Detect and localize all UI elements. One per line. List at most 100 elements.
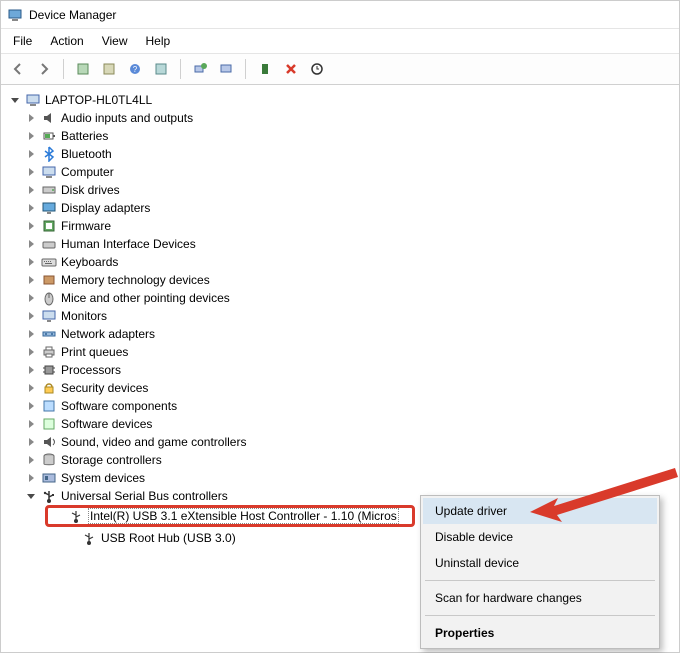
- chevron-right-icon[interactable]: [25, 382, 37, 394]
- device-label: USB Root Hub (USB 3.0): [101, 531, 236, 545]
- category-row[interactable]: Memory technology devices: [5, 271, 675, 289]
- monitor-icon: [41, 308, 57, 324]
- chevron-right-icon[interactable]: [25, 202, 37, 214]
- chevron-right-icon[interactable]: [25, 418, 37, 430]
- menu-help[interactable]: Help: [138, 31, 179, 51]
- forward-icon[interactable]: [33, 58, 55, 80]
- storage-icon: [41, 452, 57, 468]
- context-menu-separator: [425, 615, 655, 616]
- softdev-icon: [41, 416, 57, 432]
- category-label: Print queues: [61, 345, 128, 359]
- category-row[interactable]: Print queues: [5, 343, 675, 361]
- usb-device-icon: [68, 508, 84, 524]
- chevron-right-icon[interactable]: [25, 256, 37, 268]
- root-node[interactable]: LAPTOP-HL0TL4LL: [5, 91, 675, 109]
- menubar: File Action View Help: [1, 29, 679, 54]
- chevron-down-icon[interactable]: [9, 94, 21, 106]
- category-label: Software components: [61, 399, 177, 413]
- chevron-right-icon[interactable]: [25, 328, 37, 340]
- category-label: Memory technology devices: [61, 273, 210, 287]
- root-label: LAPTOP-HL0TL4LL: [45, 93, 152, 107]
- chevron-right-icon[interactable]: [25, 346, 37, 358]
- usb-icon: [41, 488, 57, 504]
- chevron-right-icon[interactable]: [25, 400, 37, 412]
- category-row[interactable]: Sound, video and game controllers: [5, 433, 675, 451]
- system-icon: [41, 470, 57, 486]
- category-label: Computer: [61, 165, 114, 179]
- ctx-update-driver[interactable]: Update driver: [423, 498, 657, 524]
- chevron-right-icon[interactable]: [25, 184, 37, 196]
- category-row[interactable]: Keyboards: [5, 253, 675, 271]
- category-row[interactable]: Audio inputs and outputs: [5, 109, 675, 127]
- category-row[interactable]: Software devices: [5, 415, 675, 433]
- hid-icon: [41, 236, 57, 252]
- scan-hardware-toolbar-icon[interactable]: [306, 58, 328, 80]
- sound-icon: [41, 434, 57, 450]
- help-toolbar-icon[interactable]: ?: [124, 58, 146, 80]
- category-row[interactable]: Disk drives: [5, 181, 675, 199]
- update-driver-toolbar-icon[interactable]: [189, 58, 211, 80]
- chevron-right-icon[interactable]: [25, 310, 37, 322]
- category-row[interactable]: Network adapters: [5, 325, 675, 343]
- chevron-right-icon[interactable]: [25, 166, 37, 178]
- category-row[interactable]: Display adapters: [5, 199, 675, 217]
- category-row[interactable]: Computer: [5, 163, 675, 181]
- category-label: Sound, video and game controllers: [61, 435, 246, 449]
- keyboard-icon: [41, 254, 57, 270]
- network-icon: [41, 326, 57, 342]
- category-row[interactable]: Security devices: [5, 379, 675, 397]
- chevron-right-icon[interactable]: [25, 292, 37, 304]
- toolbar: ?: [1, 54, 679, 85]
- properties-toolbar-icon[interactable]: [98, 58, 120, 80]
- category-label: Bluetooth: [61, 147, 112, 161]
- category-row[interactable]: Firmware: [5, 217, 675, 235]
- uninstall-toolbar-icon[interactable]: [280, 58, 302, 80]
- context-menu-separator: [425, 580, 655, 581]
- chevron-right-icon[interactable]: [25, 130, 37, 142]
- chevron-right-icon[interactable]: [25, 436, 37, 448]
- chevron-right-icon[interactable]: [25, 454, 37, 466]
- category-label: Human Interface Devices: [61, 237, 196, 251]
- ctx-properties[interactable]: Properties: [423, 620, 657, 646]
- chevron-right-icon[interactable]: [25, 112, 37, 124]
- chevron-right-icon[interactable]: [25, 220, 37, 232]
- audio-icon: [41, 110, 57, 126]
- battery-icon: [41, 128, 57, 144]
- category-row[interactable]: Mice and other pointing devices: [5, 289, 675, 307]
- category-row[interactable]: Monitors: [5, 307, 675, 325]
- category-label: Display adapters: [61, 201, 150, 215]
- chevron-right-icon[interactable]: [25, 238, 37, 250]
- category-row[interactable]: Bluetooth: [5, 145, 675, 163]
- menu-file[interactable]: File: [5, 31, 40, 51]
- chevron-right-icon[interactable]: [25, 472, 37, 484]
- category-row[interactable]: System devices: [5, 469, 675, 487]
- ctx-disable-device[interactable]: Disable device: [423, 524, 657, 550]
- refresh-toolbar-icon[interactable]: [150, 58, 172, 80]
- app-icon: [7, 7, 23, 23]
- menu-action[interactable]: Action: [42, 31, 91, 51]
- device-toolbar-icon[interactable]: [254, 58, 276, 80]
- monitor-toolbar-icon[interactable]: [215, 58, 237, 80]
- chevron-down-icon[interactable]: [25, 490, 37, 502]
- window-title: Device Manager: [29, 8, 116, 22]
- ctx-uninstall-device[interactable]: Uninstall device: [423, 550, 657, 576]
- category-label: Software devices: [61, 417, 152, 431]
- category-label: Keyboards: [61, 255, 118, 269]
- chevron-right-icon[interactable]: [25, 148, 37, 160]
- category-row[interactable]: Storage controllers: [5, 451, 675, 469]
- ctx-scan-hardware[interactable]: Scan for hardware changes: [423, 585, 657, 611]
- chevron-right-icon[interactable]: [25, 274, 37, 286]
- selected-device-row[interactable]: Intel(R) USB 3.1 eXtensible Host Control…: [45, 505, 415, 527]
- category-label: Mice and other pointing devices: [61, 291, 230, 305]
- category-row[interactable]: Software components: [5, 397, 675, 415]
- category-row[interactable]: Processors: [5, 361, 675, 379]
- chevron-right-icon[interactable]: [25, 364, 37, 376]
- firmware-icon: [41, 218, 57, 234]
- print-icon: [41, 344, 57, 360]
- category-row[interactable]: Human Interface Devices: [5, 235, 675, 253]
- menu-view[interactable]: View: [94, 31, 136, 51]
- category-row[interactable]: Batteries: [5, 127, 675, 145]
- usb-device-icon: [81, 530, 97, 546]
- show-hidden-icon[interactable]: [72, 58, 94, 80]
- back-icon[interactable]: [7, 58, 29, 80]
